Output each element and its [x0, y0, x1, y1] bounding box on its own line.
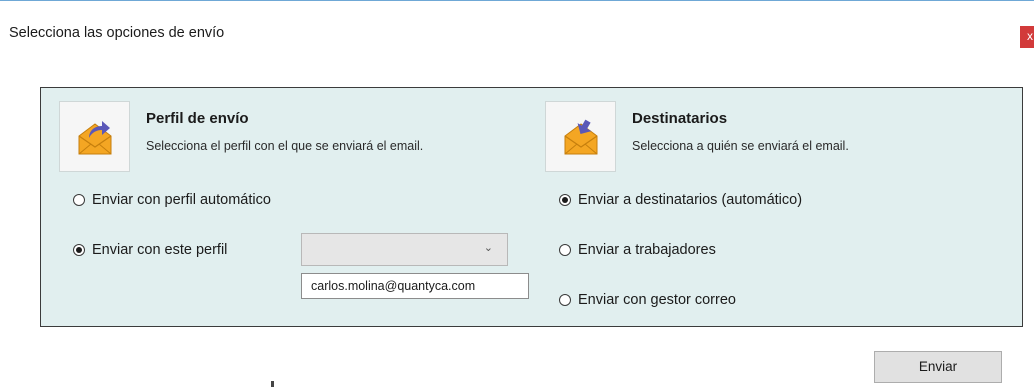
options-panel: Perfil de envío Selecciona el perfil con… [40, 87, 1023, 327]
radio-label: Enviar con perfil automático [92, 192, 271, 208]
radio-auto-recipients[interactable]: Enviar a destinatarios (automático) [559, 192, 802, 208]
radio-button[interactable] [73, 244, 85, 256]
recipients-description: Selecciona a quién se enviará el email. [632, 139, 849, 153]
send-button[interactable]: Enviar [874, 351, 1002, 383]
radio-label: Enviar con este perfil [92, 242, 228, 258]
radio-this-profile[interactable]: Enviar con este perfil [73, 242, 227, 258]
profile-description: Selecciona el perfil con el que se envia… [146, 139, 424, 153]
radio-button[interactable] [73, 194, 85, 206]
chevron-down-icon: ⌄ [483, 242, 493, 254]
radio-button[interactable] [559, 294, 571, 306]
email-send-icon [59, 101, 130, 172]
radio-mail-manager[interactable]: Enviar con gestor correo [559, 292, 736, 308]
recipients-title: Destinatarios [632, 110, 728, 127]
radio-workers[interactable]: Enviar a trabajadores [559, 242, 716, 258]
profile-select[interactable]: ⌄ [301, 233, 508, 266]
radio-button[interactable] [559, 244, 571, 256]
profile-title: Perfil de envío [146, 110, 249, 127]
send-options-dialog: Selecciona las opciones de envío x Perfi… [0, 0, 1034, 387]
close-button[interactable]: x [1020, 26, 1034, 48]
radio-auto-profile[interactable]: Enviar con perfil automático [73, 192, 271, 208]
dropdown-option-profile[interactable]: carlos.molina@quantyca.com [301, 273, 529, 299]
email-receive-icon [545, 101, 616, 172]
radio-label: Enviar con gestor correo [578, 292, 736, 308]
dialog-title: Selecciona las opciones de envío [9, 25, 225, 41]
radio-label: Enviar a destinatarios (automático) [578, 192, 803, 208]
background-fragment [271, 381, 274, 387]
radio-label: Enviar a trabajadores [578, 242, 716, 258]
title-bar-border [0, 0, 1034, 7]
radio-button[interactable] [559, 194, 571, 206]
